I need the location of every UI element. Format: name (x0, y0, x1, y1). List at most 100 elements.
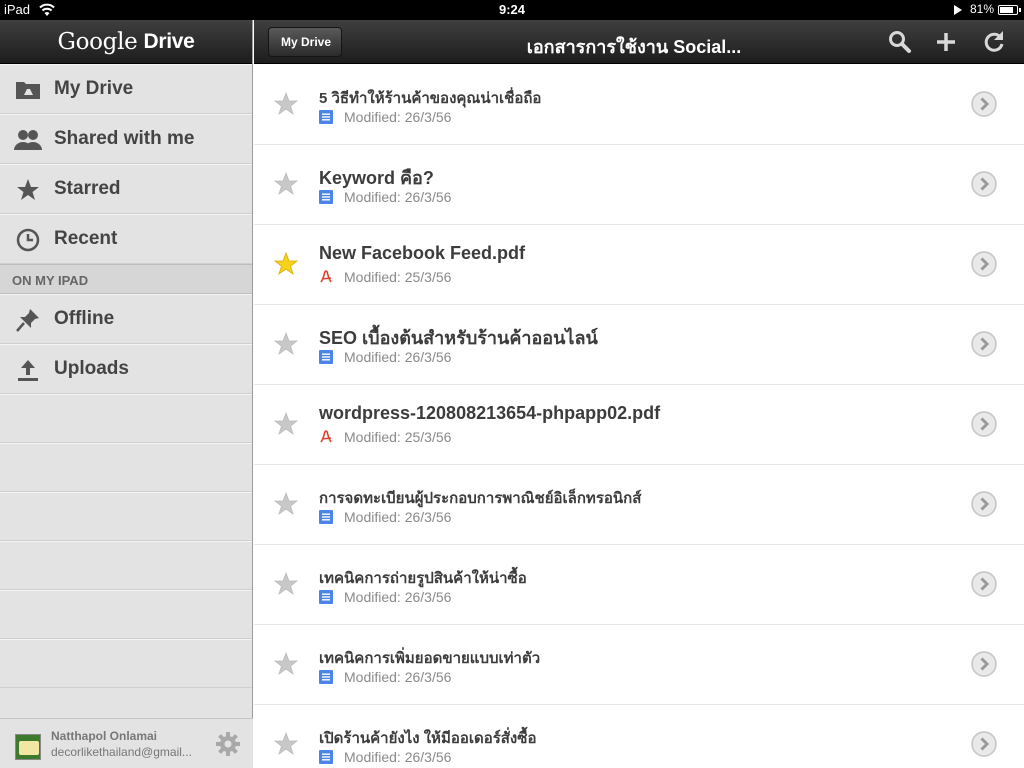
chevron-right-icon[interactable] (970, 90, 998, 118)
avatar (15, 734, 41, 760)
sidebar-item-shared[interactable]: Shared with me (0, 114, 252, 164)
star-outline-icon[interactable] (274, 92, 298, 116)
chevron-right-icon[interactable] (970, 330, 998, 358)
star-outline-icon[interactable] (274, 412, 298, 436)
file-row[interactable]: เปิดร้านค้ายังไง ให้มีออเดอร์สั่งซื้อ Mod… (254, 705, 1024, 768)
user-email: decorlikethailand@gmail... (51, 745, 192, 759)
document-file-icon (319, 350, 333, 364)
document-file-icon (319, 590, 333, 604)
chevron-right-icon[interactable] (970, 250, 998, 278)
chevron-right-icon[interactable] (970, 730, 998, 758)
modified-date: Modified: 26/3/56 (344, 189, 452, 205)
account-footer[interactable]: Natthapol Onlamai decorlikethailand@gmai… (0, 718, 253, 768)
file-row[interactable]: 5 วิธีทำให้ร้านค้าของคุณน่าเชื่อถือ Modif… (254, 65, 1024, 145)
file-row[interactable]: wordpress-120808213654-phpapp02.pdf Modif… (254, 385, 1024, 465)
sidebar-empty-row (0, 590, 252, 639)
modified-date: Modified: 26/3/56 (344, 349, 452, 365)
file-name: SEO เบื้องต้นสำหรับร้านค้าออนไลน์ (319, 328, 598, 348)
status-bar: iPad 9:24 81% (0, 0, 1024, 20)
file-row[interactable]: เทคนิคการเพิ่มยอดขายแบบเท่าตัว Modified: … (254, 625, 1024, 705)
modified-date: Modified: 26/3/56 (344, 749, 452, 765)
play-icon (954, 5, 962, 15)
star-outline-icon[interactable] (274, 332, 298, 356)
document-file-icon (319, 190, 333, 204)
sidebar-empty-row (0, 541, 252, 590)
modified-date: Modified: 25/3/56 (344, 429, 452, 445)
star-outline-icon[interactable] (274, 172, 298, 196)
file-row[interactable]: การจดทะเบียนผู้ประกอบการพาณิชย์อิเล็กทรอ… (254, 465, 1024, 545)
battery-icon (998, 5, 1021, 15)
clock-icon (14, 228, 42, 252)
sidebar-item-label: Recent (54, 228, 118, 249)
file-row[interactable]: เทคนิคการถ่ายรูปสินค้าให้น่าซื้อ Modified… (254, 545, 1024, 625)
document-file-icon (319, 670, 333, 684)
back-button[interactable]: My Drive (268, 27, 343, 57)
sidebar-item-uploads[interactable]: Uploads (0, 344, 252, 394)
add-icon[interactable] (933, 29, 959, 55)
star-outline-icon[interactable] (274, 732, 298, 756)
upload-icon (14, 358, 42, 382)
file-name: New Facebook Feed.pdf (319, 243, 526, 263)
sidebar-item-my-drive[interactable]: My Drive (0, 64, 252, 114)
sidebar-item-label: Uploads (54, 358, 129, 379)
chevron-right-icon[interactable] (970, 570, 998, 598)
star-outline-icon[interactable] (274, 572, 298, 596)
file-name: Keyword คือ? (319, 168, 434, 188)
star-icon (14, 178, 42, 202)
modified-date: Modified: 26/3/56 (344, 509, 452, 525)
sidebar-item-label: Offline (54, 308, 115, 329)
refresh-icon[interactable] (981, 29, 1007, 55)
file-name: เทคนิคการเพิ่มยอดขายแบบเท่าตัว (319, 650, 541, 667)
file-name: เปิดร้านค้ายังไง ให้มีออเดอร์สั่งซื้อ (319, 730, 537, 747)
chevron-right-icon[interactable] (970, 170, 998, 198)
sidebar-item-label: Starred (54, 178, 121, 199)
document-file-icon (319, 110, 333, 124)
sidebar-empty-row (0, 443, 252, 492)
pdf-file-icon (320, 430, 332, 443)
logo-google-text: Google (57, 28, 138, 55)
modified-date: Modified: 26/3/56 (344, 109, 452, 125)
logo-drive-text: Drive (143, 29, 195, 53)
sidebar-item-recent[interactable]: Recent (0, 214, 252, 264)
sidebar-item-label: Shared with me (54, 128, 195, 149)
file-row[interactable]: SEO เบื้องต้นสำหรับร้านค้าออนไลน์ Modifie… (254, 305, 1024, 385)
chevron-right-icon[interactable] (970, 650, 998, 678)
gear-icon[interactable] (215, 731, 241, 757)
chevron-right-icon[interactable] (970, 410, 998, 438)
starred-icon[interactable] (274, 252, 298, 276)
sidebar-empty-row (0, 639, 252, 688)
section-header-on-my-ipad: ON MY IPAD (0, 264, 252, 294)
drive-folder-icon (14, 78, 42, 102)
chevron-right-icon[interactable] (970, 490, 998, 518)
sidebar-item-starred[interactable]: Starred (0, 164, 252, 214)
file-row[interactable]: New Facebook Feed.pdf Modified: 25/3/56 (254, 225, 1024, 305)
people-icon (14, 128, 42, 152)
sidebar-item-label: My Drive (54, 78, 134, 99)
modified-date: Modified: 26/3/56 (344, 669, 452, 685)
pin-icon (14, 308, 42, 332)
modified-date: Modified: 26/3/56 (344, 589, 452, 605)
file-list: 5 วิธีทำให้ร้านค้าของคุณน่าเชื่อถือ Modif… (254, 65, 1024, 768)
star-outline-icon[interactable] (274, 652, 298, 676)
google-drive-logo: Google Drive (0, 20, 252, 64)
document-file-icon (319, 750, 333, 764)
search-icon[interactable] (887, 29, 913, 55)
modified-date: Modified: 25/3/56 (344, 269, 452, 285)
sidebar-item-offline[interactable]: Offline (0, 294, 252, 344)
pdf-file-icon (320, 270, 332, 283)
toolbar: My Drive เอกสารการใช้งาน Social... (254, 20, 1024, 64)
document-file-icon (319, 510, 333, 524)
battery-percent: 81% (970, 2, 995, 16)
file-name: การจดทะเบียนผู้ประกอบการพาณิชย์อิเล็กทรอ… (319, 490, 642, 507)
file-name: 5 วิธีทำให้ร้านค้าของคุณน่าเชื่อถือ (319, 90, 542, 107)
file-name: เทคนิคการถ่ายรูปสินค้าให้น่าซื้อ (319, 570, 527, 587)
user-name: Natthapol Onlamai (51, 729, 158, 743)
file-name: wordpress-120808213654-phpapp02.pdf (319, 403, 661, 423)
file-row[interactable]: Keyword คือ? Modified: 26/3/56 (254, 145, 1024, 225)
page-title: เอกสารการใช้งาน Social... (526, 37, 742, 57)
sidebar-empty-row (0, 492, 252, 541)
star-outline-icon[interactable] (274, 492, 298, 516)
clock: 9:24 (498, 2, 526, 17)
sidebar-empty-row (0, 394, 252, 443)
sidebar: Google Drive My Drive Shared with me Sta… (0, 20, 253, 768)
